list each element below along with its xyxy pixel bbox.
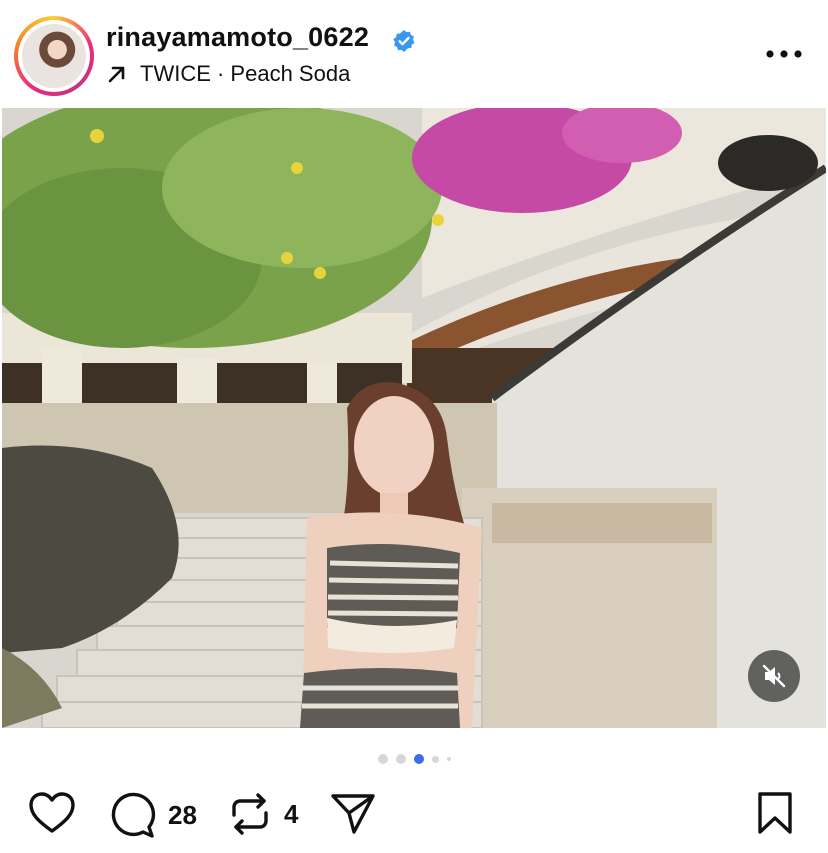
comment-icon [111, 792, 156, 838]
heart-icon [29, 792, 75, 833]
post-photo[interactable] [2, 108, 826, 728]
repost-count: 4 [284, 798, 299, 829]
share-button[interactable] [330, 791, 376, 835]
avatar-story-ring[interactable] [14, 16, 94, 96]
avatar[interactable] [22, 24, 86, 88]
bookmark-icon [758, 792, 792, 834]
like-button[interactable] [28, 791, 76, 835]
carousel-dot [431, 755, 439, 763]
verified-badge-icon [393, 30, 415, 52]
mute-toggle-button[interactable] [748, 650, 800, 702]
comment-count: 28 [168, 799, 197, 830]
repost-icon [232, 793, 268, 835]
carousel-dot [395, 754, 406, 764]
carousel-dot [446, 757, 451, 761]
music-label: TWICE · Peach Soda [140, 61, 351, 86]
carousel-dot-active [413, 754, 424, 764]
comment-button[interactable]: 28 [108, 791, 197, 839]
carousel-dot [377, 754, 388, 764]
music-attribution[interactable]: TWICE · Peach Soda [106, 60, 350, 88]
arrow-up-right-icon [108, 66, 125, 83]
carousel-indicator [0, 753, 828, 765]
more-horizontal-icon [766, 50, 802, 58]
username[interactable]: rinayamamoto_0622 [106, 22, 369, 53]
post-actions-bar: 28 4 [0, 785, 828, 845]
save-button[interactable] [756, 791, 794, 835]
more-options-button[interactable] [764, 40, 804, 68]
photo-scene [2, 108, 826, 728]
avatar-frame [18, 20, 90, 92]
speaker-muted-icon [762, 664, 786, 688]
send-icon [331, 794, 375, 834]
repost-button[interactable]: 4 [228, 791, 298, 837]
post-header: rinayamamoto_0622 TWICE · Peach Soda [0, 0, 828, 100]
